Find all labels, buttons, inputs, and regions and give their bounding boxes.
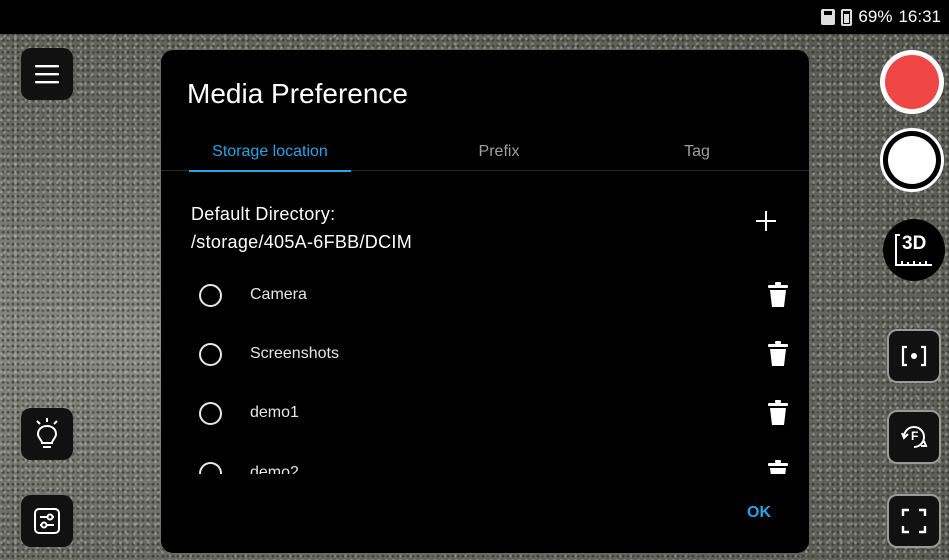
menu-button[interactable] [21,48,73,100]
lightbulb-icon [36,418,58,448]
radio-button[interactable] [199,343,222,366]
folder-label: demo2 [250,464,299,474]
shutter-icon [888,136,936,184]
plus-icon [756,211,776,231]
trash-icon[interactable] [767,282,789,308]
folder-label: demo1 [250,404,299,421]
folder-item[interactable]: demo2 [161,460,809,474]
record-icon [885,55,939,109]
flip-button[interactable]: F [887,410,941,464]
measure-3d-button[interactable]: 3D [883,219,945,281]
trash-icon[interactable] [767,341,789,367]
tab-bar: Storage location Prefix Tag [161,143,809,172]
measure-3d-label: 3D [902,233,927,254]
default-directory-label: Default Directory: [191,204,336,224]
status-bar: 69% 16:31 [0,0,949,34]
fullscreen-button[interactable] [887,494,941,548]
record-button[interactable] [880,50,944,114]
focus-button[interactable] [887,329,941,383]
light-button[interactable] [21,408,73,460]
list-clip: demo2 [161,460,809,474]
media-preference-dialog: Media Preference Storage location Prefix… [161,50,809,553]
settings-button[interactable] [21,495,73,547]
flip-label: F [911,429,919,443]
trash-icon[interactable] [767,400,789,426]
default-directory-path: /storage/405A-6FBB/DCIM [191,232,412,252]
clock: 16:31 [898,7,941,26]
focus-icon [901,345,927,367]
folder-label: Screenshots [250,345,339,362]
tab-prefix[interactable]: Prefix [429,143,569,171]
radio-button[interactable] [199,402,222,425]
radio-button[interactable] [199,462,222,474]
default-directory: Default Directory: /storage/405A-6FBB/DC… [191,200,412,256]
tab-tag[interactable]: Tag [637,143,757,171]
add-directory-button[interactable] [753,208,779,234]
hamburger-icon [35,65,59,84]
tab-storage-location[interactable]: Storage location [189,143,351,172]
ok-button[interactable]: OK [747,504,771,522]
battery-icon [841,8,853,26]
sd-card-icon [821,9,836,25]
battery-level: 69% [858,7,893,26]
folder-item[interactable]: Camera [161,282,809,342]
sliders-icon [34,508,60,534]
capture-button[interactable] [880,128,944,192]
dialog-title: Media Preference [187,78,409,109]
folder-item[interactable]: demo1 [161,400,809,460]
folder-label: Camera [250,286,307,303]
radio-button[interactable] [199,284,222,307]
trash-icon[interactable] [767,460,789,474]
folder-item[interactable]: Screenshots [161,341,809,401]
fullscreen-icon [901,508,927,534]
